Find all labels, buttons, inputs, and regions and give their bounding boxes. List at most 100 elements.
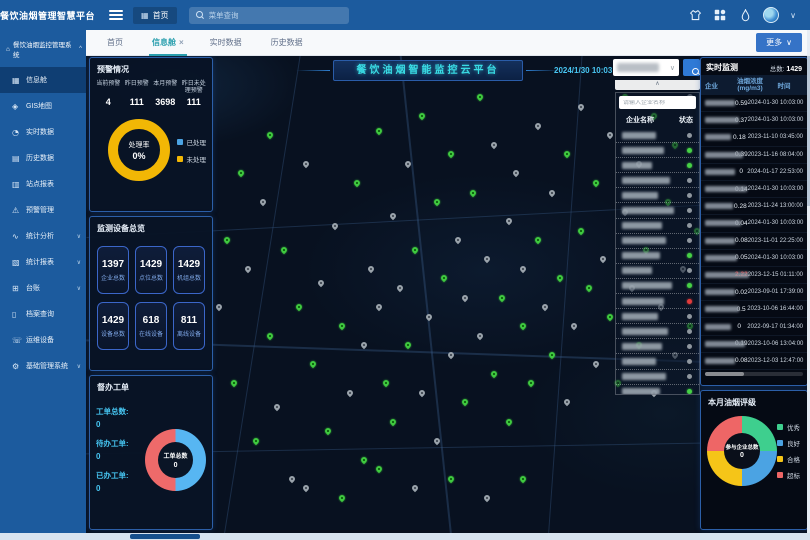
map-pin-icon[interactable]	[447, 475, 455, 483]
user-menu-chevron-icon[interactable]: ∨	[790, 11, 796, 20]
company-list-row[interactable]	[616, 385, 699, 395]
breadcrumb[interactable]: ▦ 首页	[133, 7, 177, 24]
menu-search-input[interactable]	[209, 11, 342, 20]
map-pin-icon[interactable]	[606, 312, 614, 320]
realtime-table-row[interactable]: 2.22 2023-12-15 01:11:00	[701, 267, 807, 284]
map-pin-icon[interactable]	[526, 379, 534, 387]
map-pin-icon[interactable]	[295, 303, 303, 311]
map-pin-icon[interactable]	[353, 179, 361, 187]
map-pin-icon[interactable]	[403, 341, 411, 349]
company-list-row[interactable]	[616, 173, 699, 188]
map-pin-icon[interactable]	[483, 255, 491, 263]
scrollbar-thumb[interactable]	[130, 534, 200, 539]
sidebar-item[interactable]: ☏ 运维设备	[0, 327, 86, 353]
map-search-button[interactable]	[683, 59, 700, 76]
map-pin-icon[interactable]	[222, 236, 230, 244]
realtime-table-row[interactable]: 0.28 2023-11-24 13:00:00	[701, 198, 807, 215]
map-pin-icon[interactable]	[411, 484, 419, 492]
device-stat-card[interactable]: 1429 机组总数	[173, 246, 205, 294]
realtime-table-row[interactable]: 0.05 2024-01-30 10:03:00	[701, 250, 807, 267]
map-pin-icon[interactable]	[418, 389, 426, 397]
company-list-row[interactable]	[616, 309, 699, 324]
page-tab[interactable]: 历史数据	[258, 30, 319, 56]
hamburger-menu-icon[interactable]	[109, 10, 123, 20]
map-pin-icon[interactable]	[592, 179, 600, 187]
device-stat-card[interactable]: 1429 设备总数	[97, 302, 129, 350]
map-pin-icon[interactable]	[302, 160, 310, 168]
map-pin-icon[interactable]	[411, 246, 419, 254]
map-pin-icon[interactable]	[563, 398, 571, 406]
map-pin-icon[interactable]	[505, 217, 513, 225]
page-tab[interactable]: 信息舱 ×	[139, 30, 197, 56]
company-list-row[interactable]	[616, 249, 699, 264]
realtime-table-row[interactable]: 0.5 2023-10-06 16:44:00	[701, 301, 807, 318]
sidebar-item[interactable]: ▦ 信息舱	[0, 67, 86, 93]
company-list-collapse-bar[interactable]: ∧	[615, 80, 700, 90]
map-pin-icon[interactable]	[280, 246, 288, 254]
device-stat-card[interactable]: 618 在线设备	[135, 302, 167, 350]
sidebar-system-title[interactable]: ⌂ 餐饮油烟监控管理系统 ^	[0, 30, 86, 67]
realtime-table-row[interactable]: 0.39 2023-11-16 08:04:00	[701, 147, 807, 164]
map-pin-icon[interactable]	[367, 265, 375, 273]
map-pin-icon[interactable]	[519, 322, 527, 330]
sidebar-item[interactable]: ▥ 站点报表	[0, 171, 86, 197]
map-pin-icon[interactable]	[309, 360, 317, 368]
map-pin-icon[interactable]	[461, 398, 469, 406]
map-pin-icon[interactable]	[374, 303, 382, 311]
theme-shirt-icon[interactable]	[688, 8, 702, 22]
company-list-row[interactable]	[616, 324, 699, 339]
map-pin-icon[interactable]	[396, 284, 404, 292]
map-pin-icon[interactable]	[244, 265, 252, 273]
map-pin-icon[interactable]	[338, 494, 346, 502]
company-list-row[interactable]	[616, 339, 699, 354]
map-pin-icon[interactable]	[251, 436, 259, 444]
sidebar-item[interactable]: ▧ 统计报表 ∨	[0, 249, 86, 275]
map-pin-icon[interactable]	[468, 188, 476, 196]
map-pin-icon[interactable]	[476, 331, 484, 339]
map-pin-icon[interactable]	[382, 379, 390, 387]
map-pin-icon[interactable]	[548, 188, 556, 196]
page-tab[interactable]: 实时数据	[197, 30, 258, 56]
sidebar-item[interactable]: ◈ GIS地图	[0, 93, 86, 119]
sidebar-item[interactable]: ⊞ 台账 ∨	[0, 275, 86, 301]
map-pin-icon[interactable]	[266, 131, 274, 139]
map-pin-icon[interactable]	[512, 169, 520, 177]
device-stat-card[interactable]: 1429 点位总数	[135, 246, 167, 294]
map-pin-icon[interactable]	[266, 331, 274, 339]
map-pin-icon[interactable]	[287, 475, 295, 483]
realtime-table-row[interactable]: 0.14 2024-01-30 10:03:00	[701, 181, 807, 198]
map-pin-icon[interactable]	[389, 212, 397, 220]
map-pin-icon[interactable]	[599, 255, 607, 263]
device-stat-card[interactable]: 1397 企业总数	[97, 246, 129, 294]
map-pin-icon[interactable]	[237, 169, 245, 177]
flame-icon[interactable]	[738, 8, 752, 22]
sidebar-item[interactable]: ⚙ 基础管理系统 ∨	[0, 353, 86, 379]
realtime-table-row[interactable]: 0.19 2023-10-06 13:04:00	[701, 336, 807, 353]
map-pin-icon[interactable]	[497, 293, 505, 301]
realtime-table-row[interactable]: 0.08 2023-12-03 12:47:00	[701, 353, 807, 370]
map-pin-icon[interactable]	[273, 403, 281, 411]
map-pin-icon[interactable]	[490, 370, 498, 378]
tab-close-icon[interactable]: ×	[179, 38, 184, 47]
realtime-table-row[interactable]: 0.59 2024-01-30 10:03:00	[701, 95, 807, 112]
company-list-row[interactable]	[616, 354, 699, 369]
company-list-row[interactable]	[616, 203, 699, 218]
realtime-table-row[interactable]: 0.02 2023-09-01 17:39:00	[701, 284, 807, 301]
horizontal-scrollbar[interactable]	[0, 533, 810, 540]
map-pin-icon[interactable]	[338, 322, 346, 330]
map-pin-icon[interactable]	[215, 303, 223, 311]
map-pin-icon[interactable]	[534, 236, 542, 244]
realtime-table-row[interactable]: 0.18 2023-11-10 03:45:00	[701, 129, 807, 146]
sidebar-item[interactable]: ∿ 统计分析 ∨	[0, 223, 86, 249]
company-list-row[interactable]	[616, 158, 699, 173]
map-pin-icon[interactable]	[519, 265, 527, 273]
more-button[interactable]: 更多∨	[756, 33, 802, 52]
map-pin-icon[interactable]	[374, 465, 382, 473]
map-pin-icon[interactable]	[577, 226, 585, 234]
map-pin-icon[interactable]	[389, 417, 397, 425]
company-list-row[interactable]	[616, 219, 699, 234]
realtime-table-row[interactable]: 0.04 2024-01-30 10:03:00	[701, 215, 807, 232]
map-pin-icon[interactable]	[259, 198, 267, 206]
company-list-row[interactable]	[616, 188, 699, 203]
map-pin-icon[interactable]	[592, 360, 600, 368]
